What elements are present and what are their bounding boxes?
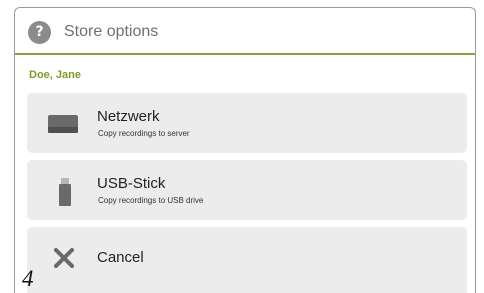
option-usb-title: USB-Stick [97, 175, 166, 192]
option-cancel[interactable]: Cancel [27, 227, 467, 293]
option-usb[interactable]: USB-Stick Copy recordings to USB drive [27, 160, 467, 220]
option-network[interactable]: Netzwerk Copy recordings to server [27, 93, 467, 153]
dialog-header: ? Store options [15, 8, 475, 55]
option-network-title: Netzwerk [97, 108, 160, 125]
option-usb-subtitle: Copy recordings to USB drive [98, 196, 204, 205]
usb-stick-icon [59, 178, 71, 206]
page-number: 4 [22, 266, 34, 291]
user-name: Doe, Jane [29, 69, 81, 81]
close-icon [54, 248, 74, 268]
help-icon: ? [28, 21, 51, 44]
dialog-title: Store options [64, 23, 159, 40]
option-network-subtitle: Copy recordings to server [98, 129, 190, 138]
network-drive-icon [48, 115, 78, 133]
cancel-label: Cancel [97, 249, 144, 266]
store-options-dialog: ? Store options Doe, Jane Netzwerk Copy … [14, 7, 476, 293]
